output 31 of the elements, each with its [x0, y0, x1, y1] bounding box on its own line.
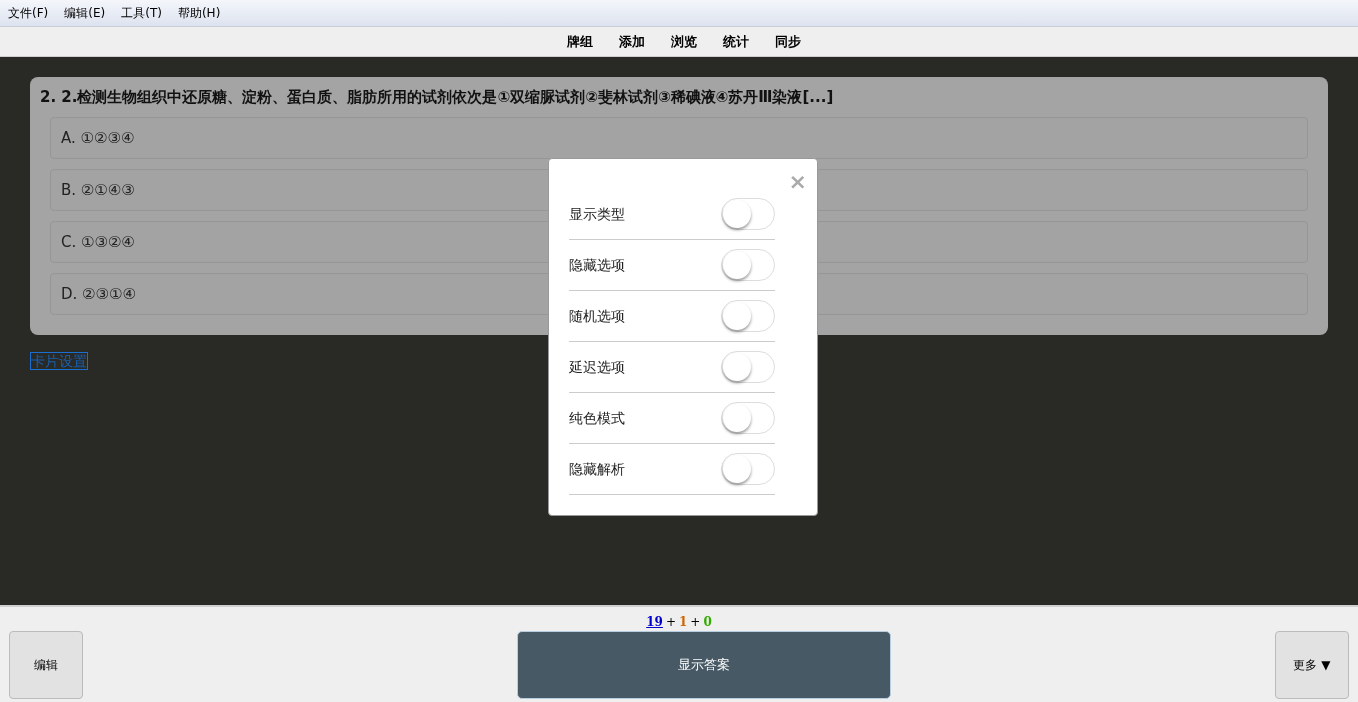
menu-item[interactable]: 文件(F) — [8, 4, 49, 22]
setting-label: 延迟选项 — [569, 357, 625, 377]
setting-label: 隐藏解析 — [569, 459, 625, 479]
answer-option[interactable]: A. ①②③④ — [50, 117, 1308, 159]
nav-link[interactable]: 浏览 — [671, 31, 697, 52]
count-link[interactable]: 19 — [646, 613, 663, 631]
toggle-switch[interactable] — [721, 351, 775, 383]
nav-link[interactable]: 统计 — [723, 31, 749, 52]
toggle-switch[interactable] — [721, 453, 775, 485]
nav-link[interactable]: 同步 — [775, 31, 801, 52]
count-text: 0 — [703, 614, 712, 631]
menu-item[interactable]: 工具(T) — [121, 4, 162, 22]
plus-sign: + — [690, 614, 701, 631]
setting-label: 随机选项 — [569, 306, 625, 326]
plus-sign: + — [665, 614, 676, 631]
count-text: 1 — [679, 614, 688, 631]
toggle-switch[interactable] — [721, 249, 775, 281]
setting-label: 隐藏选项 — [569, 255, 625, 275]
menu-item[interactable]: 帮助(H) — [177, 4, 221, 22]
setting-label: 显示类型 — [569, 204, 625, 224]
nav-link[interactable]: 牌组 — [567, 31, 593, 52]
show-answer-button[interactable]: 显示答案 — [517, 631, 891, 699]
more-button[interactable]: 更多 ▼ — [1275, 631, 1349, 699]
toggle-switch[interactable] — [721, 300, 775, 332]
nav-link[interactable]: 添加 — [619, 31, 645, 52]
toggle-switch[interactable] — [721, 198, 775, 230]
question-text: 2. 2.检测生物组织中还原糖、淀粉、蛋白质、脂肪所用的试剂依次是①双缩脲试剂②斐林试剂③稀碘液④苏丹Ⅲ染液[...] — [40, 87, 835, 107]
toggle-switch[interactable] — [721, 402, 775, 434]
edit-button[interactable]: 编辑 — [9, 631, 83, 699]
menu-item[interactable]: 编辑(E) — [64, 4, 106, 22]
setting-label: 纯色模式 — [569, 408, 625, 428]
